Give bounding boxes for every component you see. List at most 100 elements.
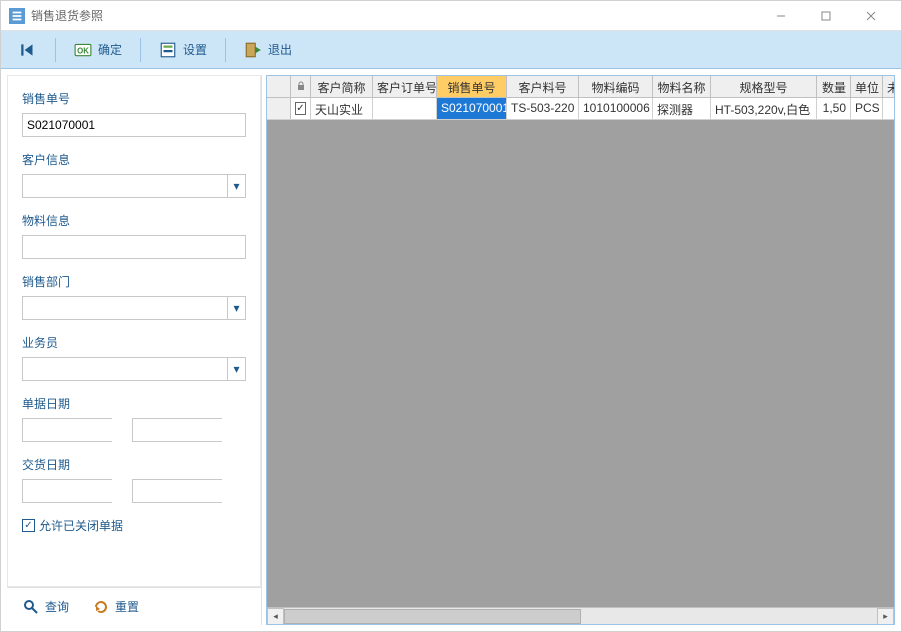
delivery-date-from[interactable]: ▾ <box>22 479 112 503</box>
toolbar-separator <box>55 38 56 62</box>
toolbar-separator <box>140 38 141 62</box>
scroll-thumb[interactable] <box>284 609 581 624</box>
reset-icon <box>93 599 109 615</box>
cell-mat-name: 探测器 <box>653 98 711 119</box>
doc-date-field: 单据日期 ▾ - ▾ <box>22 395 246 442</box>
cell-mat-code: 1010100006 <box>579 98 653 119</box>
grid-header: 客户简称 客户订单号 销售单号 客户料号 物料编码 物料名称 规格型号 数量 单… <box>267 76 894 98</box>
doc-date-from[interactable]: ▾ <box>22 418 112 442</box>
settings-button[interactable]: 设置 <box>149 37 217 63</box>
body: 销售单号 客户信息 ▾ 物料信息 销售部门 <box>1 69 901 631</box>
lock-column-header[interactable] <box>291 76 311 97</box>
exit-icon <box>244 41 262 59</box>
doc-date-to-input[interactable] <box>133 419 261 441</box>
col-mat-code[interactable]: 物料编码 <box>579 76 653 97</box>
customer-info-input[interactable] <box>23 175 227 197</box>
main-area: 客户简称 客户订单号 销售单号 客户料号 物料编码 物料名称 规格型号 数量 单… <box>262 69 901 631</box>
maximize-button[interactable] <box>803 2 848 30</box>
delivery-date-field: 交货日期 ▾ - ▾ <box>22 456 246 503</box>
sales-no-label: 销售单号 <box>22 90 246 107</box>
cell-unsent <box>883 98 894 119</box>
toolbar: OK 确定 设置 退出 <box>1 31 901 69</box>
col-cust-short[interactable]: 客户简称 <box>311 76 373 97</box>
col-unit[interactable]: 单位 <box>851 76 883 97</box>
row-check-cell[interactable]: ✓ <box>291 98 311 119</box>
cell-cust-mat: TS-503-220 <box>507 98 579 119</box>
app-icon <box>9 8 25 24</box>
salesman-input[interactable] <box>23 358 227 380</box>
delivery-date-to[interactable]: ▾ <box>132 479 222 503</box>
material-info-field: 物料信息 <box>22 212 246 259</box>
sales-no-input[interactable] <box>22 113 246 137</box>
customer-info-combo[interactable]: ▾ <box>22 174 246 198</box>
window: 销售退货参照 OK 确定 设置 退出 <box>0 0 902 632</box>
row-selector-header[interactable] <box>267 76 291 97</box>
minimize-button[interactable] <box>758 2 803 30</box>
table-row[interactable]: ✓ 天山实业 S021070001 TS-503-220 1010100006 … <box>267 98 894 120</box>
sales-dept-label: 销售部门 <box>22 273 246 290</box>
customer-info-field: 客户信息 ▾ <box>22 151 246 198</box>
reset-label: 重置 <box>115 598 139 615</box>
window-controls <box>758 2 893 30</box>
doc-date-to[interactable]: ▾ <box>132 418 222 442</box>
scroll-track[interactable] <box>284 608 877 625</box>
horizontal-scrollbar[interactable]: ◂ ▸ <box>267 607 894 624</box>
search-label: 查询 <box>45 598 69 615</box>
delivery-date-label: 交货日期 <box>22 456 246 473</box>
salesman-field: 业务员 ▾ <box>22 334 246 381</box>
col-cust-mat[interactable]: 客户料号 <box>507 76 579 97</box>
col-mat-name[interactable]: 物料名称 <box>653 76 711 97</box>
sidebar-footer: 查询 重置 <box>7 587 261 625</box>
first-record-button[interactable] <box>9 37 47 63</box>
scroll-right-button[interactable]: ▸ <box>877 608 894 625</box>
cell-spec: HT-503,220v,白色 <box>711 98 817 119</box>
sales-no-field: 销售单号 <box>22 90 246 137</box>
first-record-icon <box>19 41 37 59</box>
ok-label: 确定 <box>98 41 122 58</box>
exit-label: 退出 <box>268 41 292 58</box>
grid-body: ✓ 天山实业 S021070001 TS-503-220 1010100006 … <box>267 98 894 607</box>
allow-closed-check[interactable]: ✓ 允许已关闭单据 <box>22 517 246 534</box>
search-button[interactable]: 查询 <box>23 598 69 615</box>
col-qty[interactable]: 数量 <box>817 76 851 97</box>
col-cust-order[interactable]: 客户订单号 <box>373 76 437 97</box>
row-selector[interactable] <box>267 98 291 119</box>
delivery-date-range: ▾ - ▾ <box>22 479 246 503</box>
allow-closed-label: 允许已关闭单据 <box>39 517 123 534</box>
cell-unit: PCS <box>851 98 883 119</box>
settings-icon <box>159 41 177 59</box>
material-info-input[interactable] <box>22 235 246 259</box>
search-icon <box>23 599 39 615</box>
customer-info-label: 客户信息 <box>22 151 246 168</box>
filter-form: 销售单号 客户信息 ▾ 物料信息 销售部门 <box>7 75 261 587</box>
close-button[interactable] <box>848 2 893 30</box>
col-unsent[interactable]: 未发 <box>883 76 895 97</box>
dropdown-icon[interactable]: ▾ <box>227 297 245 319</box>
settings-label: 设置 <box>183 41 207 58</box>
exit-button[interactable]: 退出 <box>234 37 302 63</box>
cell-cust-order <box>373 98 437 119</box>
checkbox-icon[interactable]: ✓ <box>22 519 35 532</box>
sales-dept-input[interactable] <box>23 297 227 319</box>
reset-button[interactable]: 重置 <box>93 598 139 615</box>
filter-sidebar: 销售单号 客户信息 ▾ 物料信息 销售部门 <box>7 75 262 625</box>
sales-dept-combo[interactable]: ▾ <box>22 296 246 320</box>
material-info-label: 物料信息 <box>22 212 246 229</box>
cell-cust-short: 天山实业 <box>311 98 373 119</box>
col-spec[interactable]: 规格型号 <box>711 76 817 97</box>
dropdown-icon[interactable]: ▾ <box>227 358 245 380</box>
col-sales-no[interactable]: 销售单号 <box>437 76 507 97</box>
lock-icon <box>296 80 306 94</box>
salesman-combo[interactable]: ▾ <box>22 357 246 381</box>
window-title: 销售退货参照 <box>31 7 758 24</box>
svg-text:OK: OK <box>77 46 89 55</box>
dropdown-icon[interactable]: ▾ <box>227 175 245 197</box>
scroll-left-button[interactable]: ◂ <box>267 608 284 625</box>
checkbox-icon[interactable]: ✓ <box>295 102 306 115</box>
sales-dept-field: 销售部门 ▾ <box>22 273 246 320</box>
ok-button[interactable]: OK 确定 <box>64 37 132 63</box>
data-grid: 客户简称 客户订单号 销售单号 客户料号 物料编码 物料名称 规格型号 数量 单… <box>266 75 895 625</box>
cell-sales-no: S021070001 <box>437 98 507 119</box>
delivery-date-to-input[interactable] <box>133 480 261 502</box>
ok-icon: OK <box>74 41 92 59</box>
